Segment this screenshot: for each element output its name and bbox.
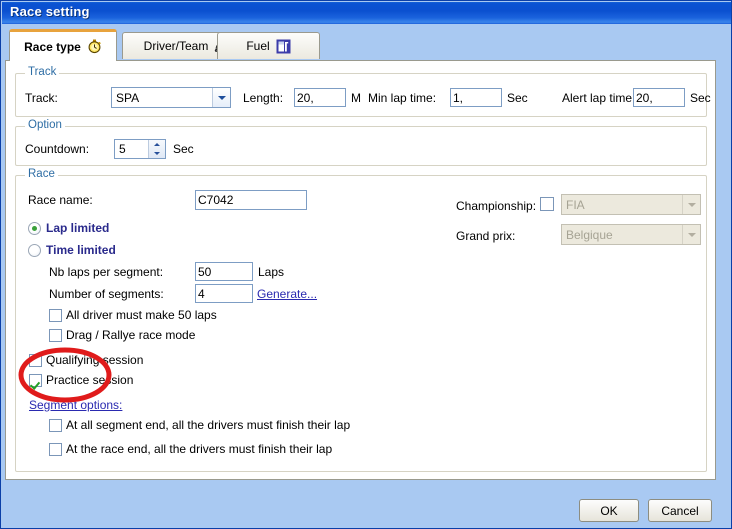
tab-fuel[interactable]: Fuel (217, 32, 320, 59)
countdown-value: 5 (119, 142, 126, 156)
length-label: Length: (243, 91, 284, 105)
checkbox-indicator (49, 442, 62, 456)
grand-prix-combobox-value: Belgique (566, 227, 613, 242)
at-race-end-label: At the race end, all the drivers must fi… (66, 442, 333, 456)
countdown-stepper[interactable]: 5 (114, 139, 166, 159)
countdown-increment-icon[interactable] (149, 140, 165, 149)
tab-strip: Race type Driver/Team Fuel (5, 29, 729, 61)
at-all-segment-end-label: At all segment end, all the drivers must… (66, 418, 351, 432)
championship-combobox-arrow (682, 195, 700, 214)
nb-laps-unit: Laps (258, 265, 285, 279)
countdown-unit: Sec (173, 142, 194, 156)
alert-lap-time-label: Alert lap time: (562, 91, 636, 105)
ok-button[interactable]: OK (579, 499, 639, 522)
alert-lap-time-unit: Sec (690, 91, 711, 105)
radio-indicator (28, 221, 41, 235)
checkbox-indicator (49, 418, 62, 432)
nb-laps-per-segment-label: Nb laps per segment: (49, 265, 164, 279)
countdown-label: Countdown: (25, 142, 90, 156)
practice-session-label: Practice session (46, 373, 134, 387)
checkbox-indicator (49, 328, 62, 342)
championship-combobox: FIA (561, 194, 701, 215)
track-label: Track: (25, 91, 58, 105)
length-input[interactable] (294, 88, 346, 107)
segment-options-link[interactable]: Segment options: (29, 398, 122, 412)
grand-prix-combobox-arrow (682, 225, 700, 244)
tab-race-type-label: Race type (24, 39, 81, 54)
radio-indicator (28, 243, 41, 257)
grand-prix-label: Grand prix: (456, 229, 516, 243)
at-all-segment-end-checkbox[interactable]: At all segment end, all the drivers must… (49, 418, 350, 432)
practice-session-checkbox[interactable]: Practice session (29, 373, 133, 387)
drag-rallye-race-mode-label: Drag / Rallye race mode (66, 328, 196, 342)
min-lap-time-label: Min lap time: (368, 91, 437, 105)
grand-prix-combobox: Belgique (561, 224, 701, 245)
race-name-label: Race name: (28, 193, 93, 207)
checkbox-indicator (29, 353, 42, 367)
time-limited-label: Time limited (46, 243, 116, 257)
fuel-pump-icon (276, 39, 291, 54)
checkbox-indicator (49, 308, 62, 322)
window-title: Race setting (10, 4, 90, 19)
chevron-down-icon (687, 202, 696, 207)
lap-limited-radio[interactable]: Lap limited (28, 221, 109, 235)
min-lap-time-input[interactable] (450, 88, 502, 107)
tab-driver-team-label: Driver/Team (143, 39, 209, 53)
all-driver-must-make-laps-label: All driver must make 50 laps (66, 308, 217, 322)
min-lap-time-unit: Sec (507, 91, 528, 105)
qualifying-session-checkbox[interactable]: Qualifying session (29, 353, 143, 367)
option-group-title: Option (25, 119, 65, 131)
qualifying-session-label: Qualifying session (46, 353, 144, 367)
number-of-segments-label: Number of segments: (49, 287, 164, 301)
at-race-end-checkbox[interactable]: At the race end, all the drivers must fi… (49, 442, 332, 456)
alert-lap-time-input[interactable] (633, 88, 685, 107)
track-group-title: Track (25, 66, 60, 78)
number-of-segments-input[interactable] (195, 284, 253, 303)
tab-fuel-label: Fuel (246, 39, 270, 53)
time-limited-radio[interactable]: Time limited (28, 243, 116, 257)
race-group-title: Race (25, 168, 58, 180)
triangle-up-icon (154, 143, 160, 146)
drag-rallye-race-mode-checkbox[interactable]: Drag / Rallye race mode (49, 328, 195, 342)
race-type-panel: Track Track: SPA Length: M Min lap time:… (5, 60, 716, 480)
championship-combobox-value: FIA (566, 197, 585, 212)
race-name-input[interactable] (195, 190, 307, 210)
length-unit: M (351, 91, 361, 105)
triangle-down-icon (154, 152, 160, 155)
tab-race-type[interactable]: Race type (9, 29, 117, 61)
race-setting-dialog: Race setting Race type Driver/Team Fuel … (0, 0, 732, 529)
track-combobox-arrow[interactable] (212, 88, 230, 107)
title-bar: Race setting (2, 2, 731, 24)
stopwatch-icon (87, 39, 102, 54)
all-driver-must-make-laps-checkbox[interactable]: All driver must make 50 laps (49, 308, 217, 322)
checkbox-indicator (29, 373, 42, 387)
championship-label: Championship: (456, 199, 537, 213)
track-combobox-value: SPA (116, 90, 140, 105)
chevron-down-icon (217, 95, 226, 100)
countdown-stepper-buttons[interactable] (148, 140, 165, 158)
checkbox-indicator (540, 197, 554, 211)
lap-limited-label: Lap limited (46, 221, 110, 235)
generate-link[interactable]: Generate... (257, 287, 317, 301)
track-combobox[interactable]: SPA (111, 87, 231, 108)
cancel-button[interactable]: Cancel (648, 499, 712, 522)
chevron-down-icon (687, 232, 696, 237)
nb-laps-per-segment-input[interactable] (195, 262, 253, 281)
championship-checkbox[interactable] (540, 197, 554, 211)
countdown-decrement-icon[interactable] (149, 149, 165, 158)
